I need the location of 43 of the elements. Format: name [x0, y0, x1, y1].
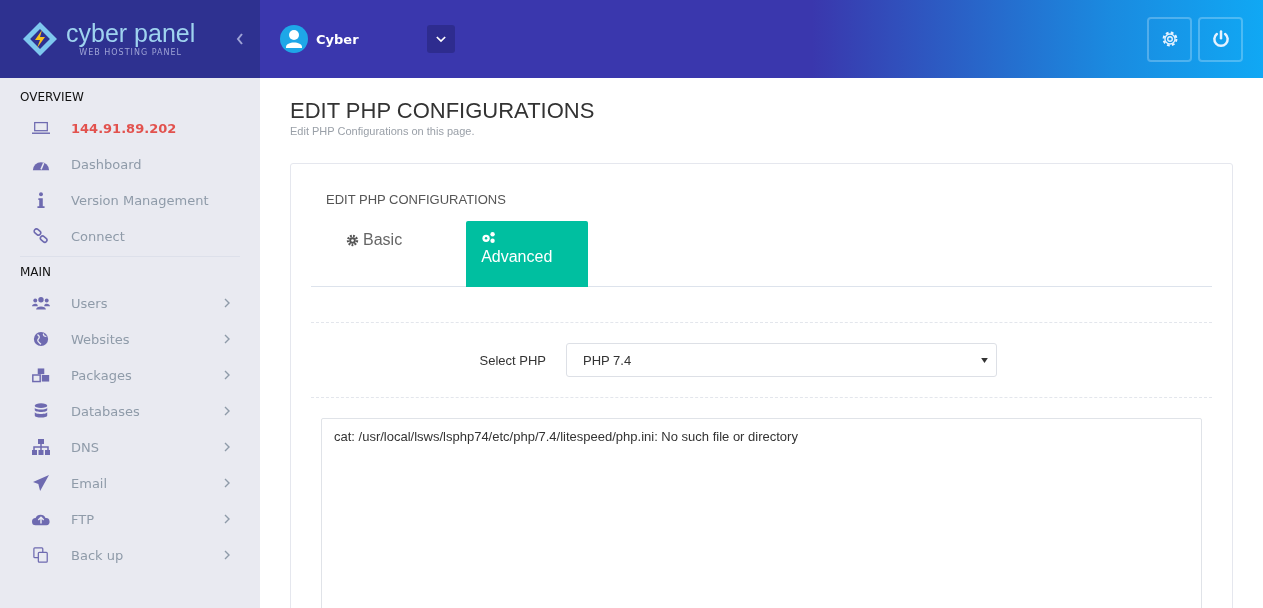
- sidebar-item[interactable]: Databases: [20, 393, 240, 429]
- paper-plane-icon: [32, 475, 50, 491]
- user-dropdown-button[interactable]: [426, 25, 455, 53]
- sidebar-item[interactable]: Email: [20, 465, 240, 501]
- sidebar-item[interactable]: Packages: [20, 357, 240, 393]
- sidebar-item[interactable]: Dashboard: [20, 146, 240, 182]
- tab[interactable]: Advanced: [466, 221, 589, 287]
- card-title: EDIT PHP CONFIGURATIONS: [326, 192, 507, 207]
- sidebar-section-heading: OVERVIEW: [20, 90, 85, 104]
- php-version-select[interactable]: PHP 7.4: [566, 343, 997, 377]
- sidebar-item[interactable]: Connect: [20, 218, 240, 254]
- sidebar-item[interactable]: Version Management: [20, 182, 240, 218]
- link-icon: [32, 228, 50, 244]
- user-avatar-icon: [280, 25, 308, 53]
- sitemap-icon: [32, 439, 50, 455]
- users-icon: [32, 295, 50, 311]
- select-label: Select PHP: [478, 352, 546, 368]
- copy-icon: [32, 547, 50, 563]
- chevron-down-icon: [435, 35, 446, 43]
- settings-button[interactable]: [1147, 16, 1192, 62]
- dropdown-caret-icon: [981, 357, 988, 363]
- sidebar-item[interactable]: Back up: [20, 537, 240, 573]
- gears-icon: [481, 231, 497, 244]
- laptop-icon: [32, 120, 50, 136]
- page-title: EDIT PHP CONFIGURATIONS: [290, 98, 596, 124]
- brand-tagline: WEB HOSTING PANEL: [79, 48, 182, 57]
- collapse-chevron-icon[interactable]: [236, 33, 244, 45]
- config-editor-field[interactable]: cat: /usr/local/lsws/lsphp74/etc/php/7.4/litespeed/php.ini: No such file or directory: [321, 418, 1202, 608]
- page-subtitle: Edit PHP Configurations on this page.: [290, 125, 476, 137]
- sidebar-item[interactable]: DNS: [20, 429, 240, 465]
- sidebar-item[interactable]: FTP: [20, 501, 240, 537]
- globe-icon: [32, 331, 50, 347]
- tab[interactable]: Basic: [326, 221, 423, 259]
- sidebar-item[interactable]: 144.91.89.202: [20, 110, 240, 146]
- gear-icon: [346, 233, 359, 247]
- sidebar-section-heading: MAIN: [20, 265, 53, 279]
- user-name: Cyber: [316, 31, 359, 47]
- database-icon: [32, 403, 50, 419]
- sidebar-item[interactable]: Users: [20, 285, 240, 321]
- cubes-icon: [32, 367, 50, 383]
- power-button[interactable]: [1198, 16, 1243, 62]
- sidebar-item[interactable]: Websites: [20, 321, 240, 357]
- power-icon: [1210, 29, 1231, 49]
